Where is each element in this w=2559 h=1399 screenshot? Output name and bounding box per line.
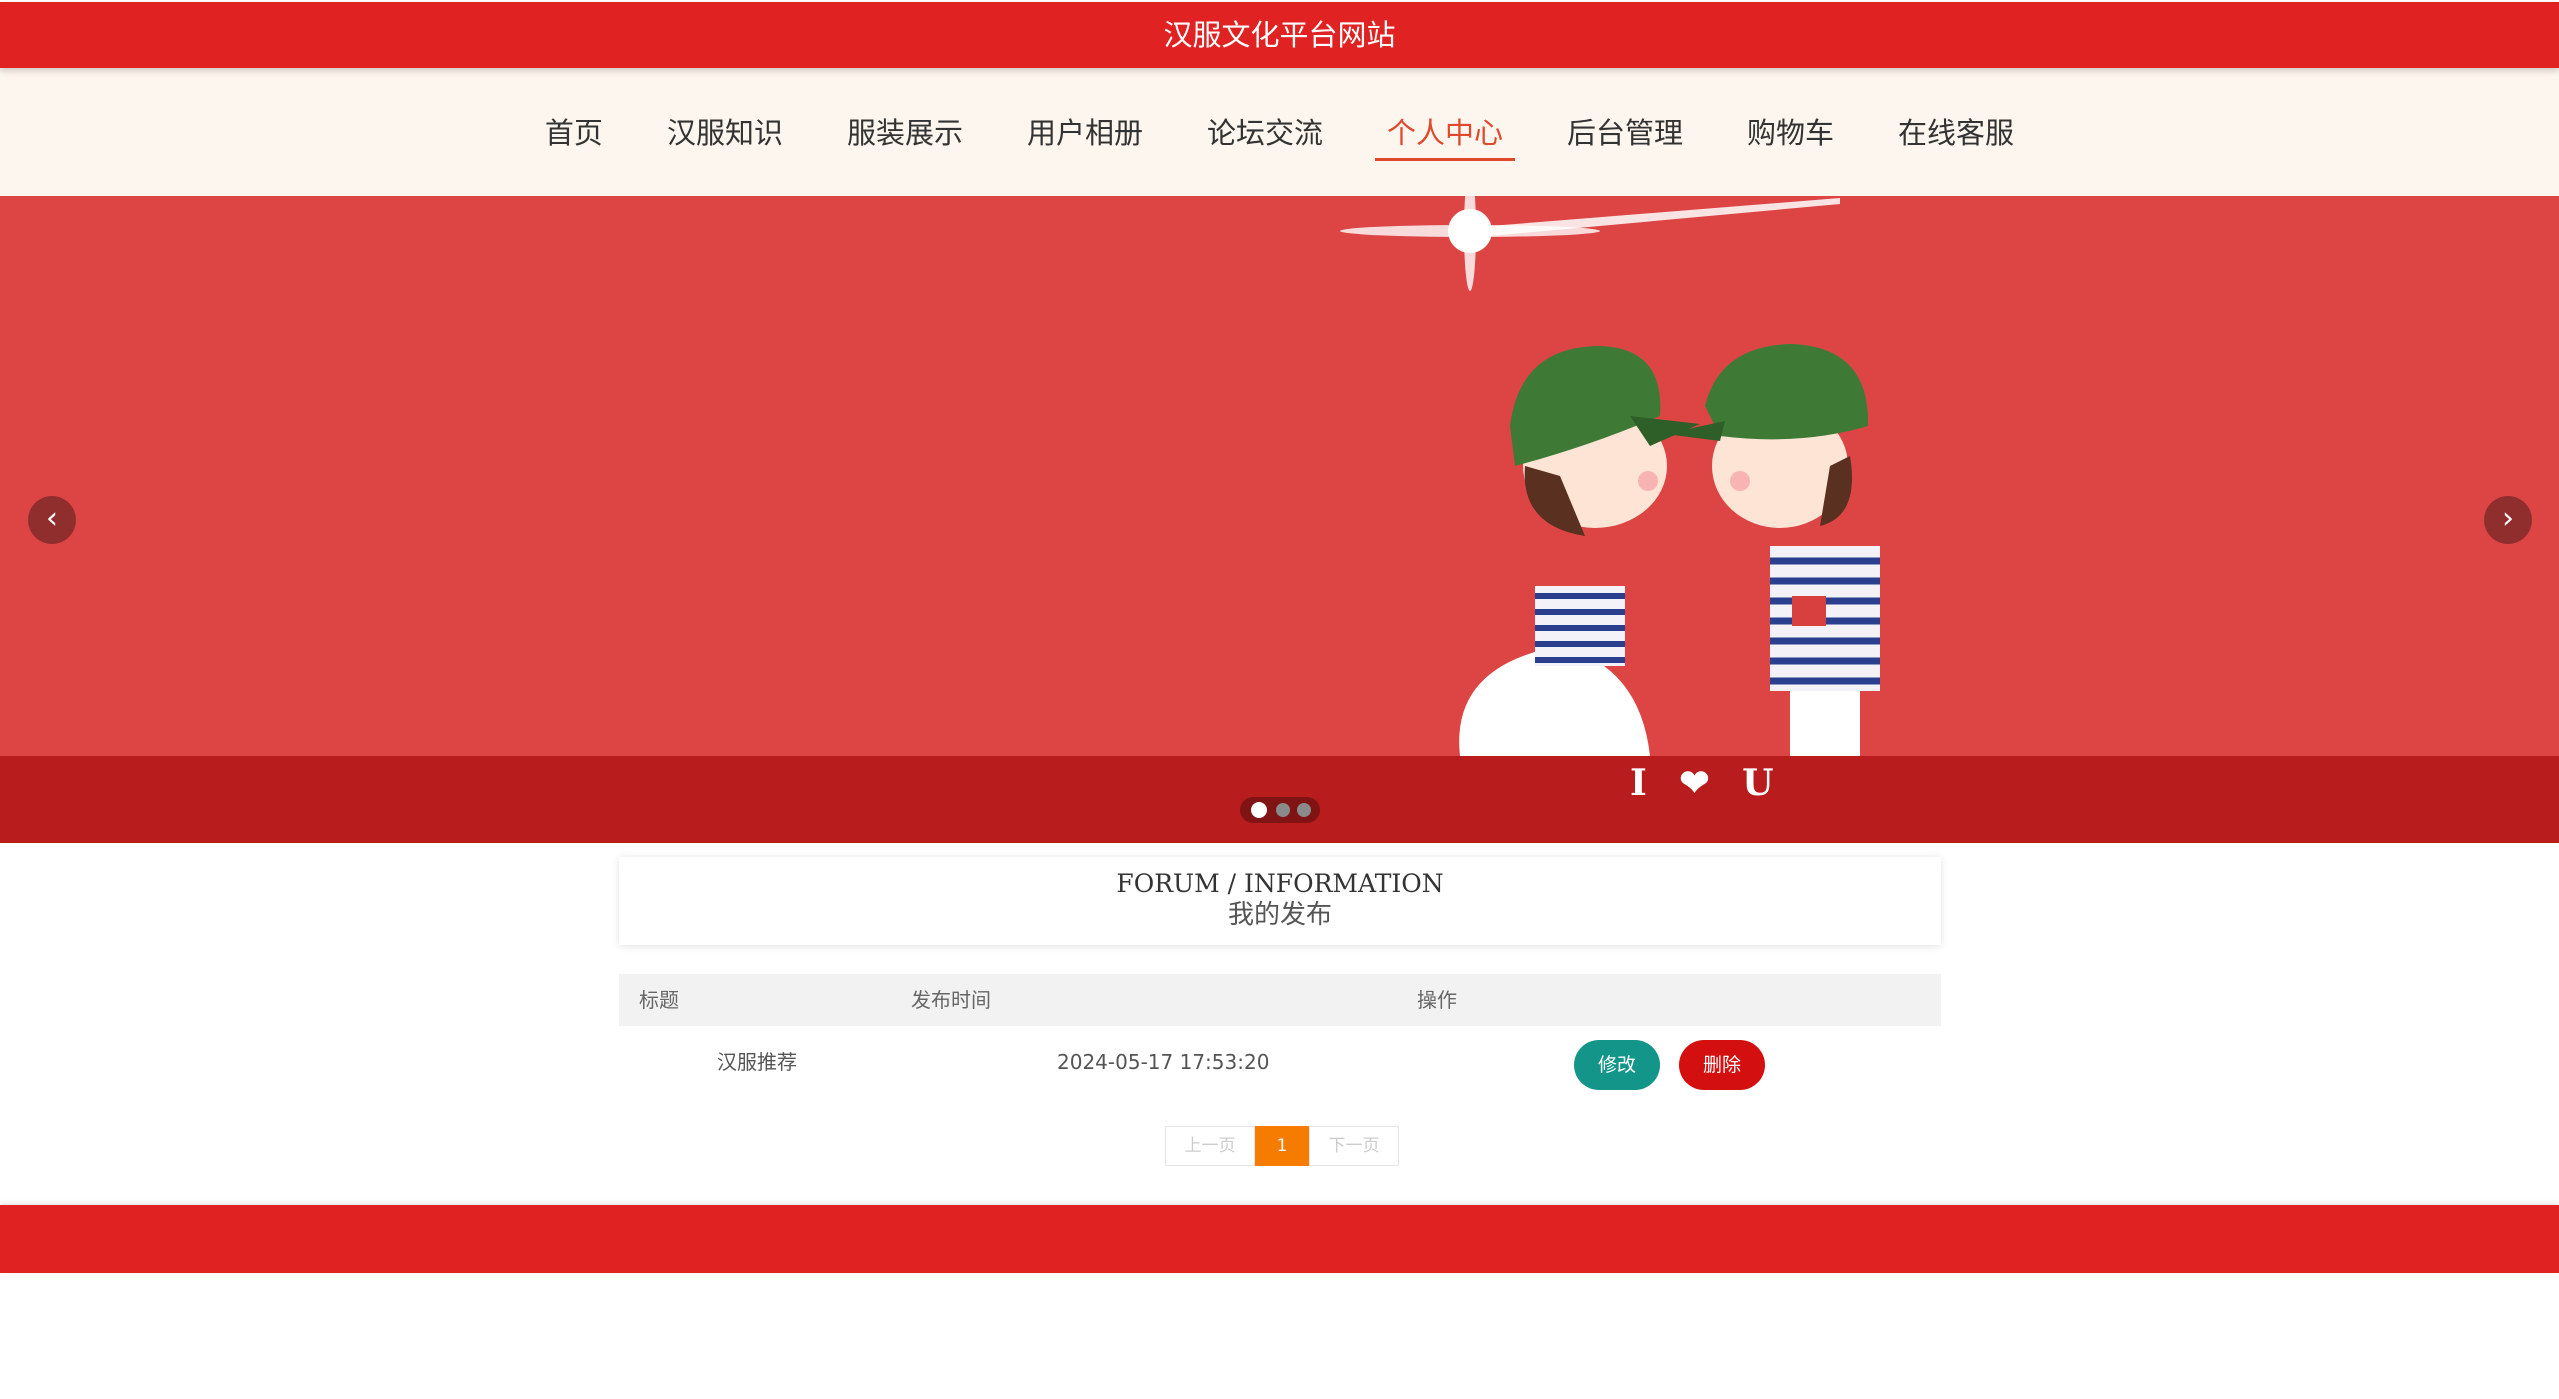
post-time: 2024-05-17 17:53:20 [1057, 1050, 1270, 1074]
site-title: 汉服文化平台网站 [1163, 18, 1396, 52]
post-title[interactable]: 汉服推荐 [717, 1026, 797, 1098]
nav-item-admin[interactable]: 后台管理 [1555, 108, 1695, 158]
section-heading: FORUM / INFORMATION 我的发布 [619, 857, 1941, 945]
nav-item-clothing-display[interactable]: 服装展示 [835, 108, 975, 158]
column-header-time: 发布时间 [911, 988, 991, 1012]
chevron-left-icon: ‹ [46, 501, 58, 536]
nav-item-personal-center[interactable]: 个人中心 [1375, 108, 1516, 161]
carousel-indicators [1240, 797, 1320, 823]
nav-item-cart[interactable]: 购物车 [1735, 108, 1846, 158]
posts-table: 标题 发布时间 操作 汉服推荐 2024-05-17 17:53:20 修改 删… [619, 974, 1941, 1098]
boy-figure [1665, 344, 1880, 756]
delete-button[interactable]: 删除 [1679, 1040, 1765, 1090]
nav-item-forum[interactable]: 论坛交流 [1195, 108, 1335, 158]
girl-figure [1459, 346, 1700, 756]
table-header: 标题 发布时间 操作 [619, 974, 1941, 1026]
site-footer [0, 1205, 2559, 1273]
nav-item-customer-service[interactable]: 在线客服 [1886, 108, 2026, 158]
carousel-next-button[interactable]: › [2484, 496, 2532, 544]
next-page-button[interactable]: 下一页 [1309, 1126, 1399, 1166]
main-nav: 首页 汉服知识 服装展示 用户相册 论坛交流 个人中心 后台管理 购物车 在线客… [0, 68, 2559, 196]
nav-item-home[interactable]: 首页 [533, 108, 615, 158]
banner-illustration [1340, 196, 1880, 756]
carousel-dot-1[interactable] [1251, 802, 1267, 818]
column-header-title: 标题 [639, 988, 679, 1012]
carousel-dot-2[interactable] [1276, 803, 1290, 817]
section-title-en: FORUM / INFORMATION [1116, 869, 1444, 898]
nav-list: 首页 汉服知识 服装展示 用户相册 论坛交流 个人中心 后台管理 购物车 在线客… [0, 108, 2559, 161]
banner-carousel: I ❤ U ‹ › [0, 196, 2559, 843]
nav-item-hanfu-knowledge[interactable]: 汉服知识 [655, 108, 795, 158]
section-title-cn: 我的发布 [1227, 900, 1332, 930]
nav-item-user-album[interactable]: 用户相册 [1015, 108, 1155, 158]
banner-caption-art: I ❤ U [1630, 762, 1784, 804]
site-header: 汉服文化平台网站 [0, 2, 2559, 68]
sparkle-icon [1340, 196, 1840, 291]
column-header-actions: 操作 [1417, 988, 1457, 1012]
chevron-right-icon: › [2502, 501, 2514, 536]
table-row: 汉服推荐 2024-05-17 17:53:20 修改 删除 [619, 1026, 1941, 1098]
prev-page-button[interactable]: 上一页 [1165, 1126, 1255, 1166]
edit-button[interactable]: 修改 [1574, 1040, 1660, 1090]
carousel-dot-3[interactable] [1297, 803, 1311, 817]
pagination: 上一页 1 下一页 [1165, 1126, 1399, 1166]
current-page[interactable]: 1 [1255, 1126, 1309, 1166]
carousel-prev-button[interactable]: ‹ [28, 496, 76, 544]
